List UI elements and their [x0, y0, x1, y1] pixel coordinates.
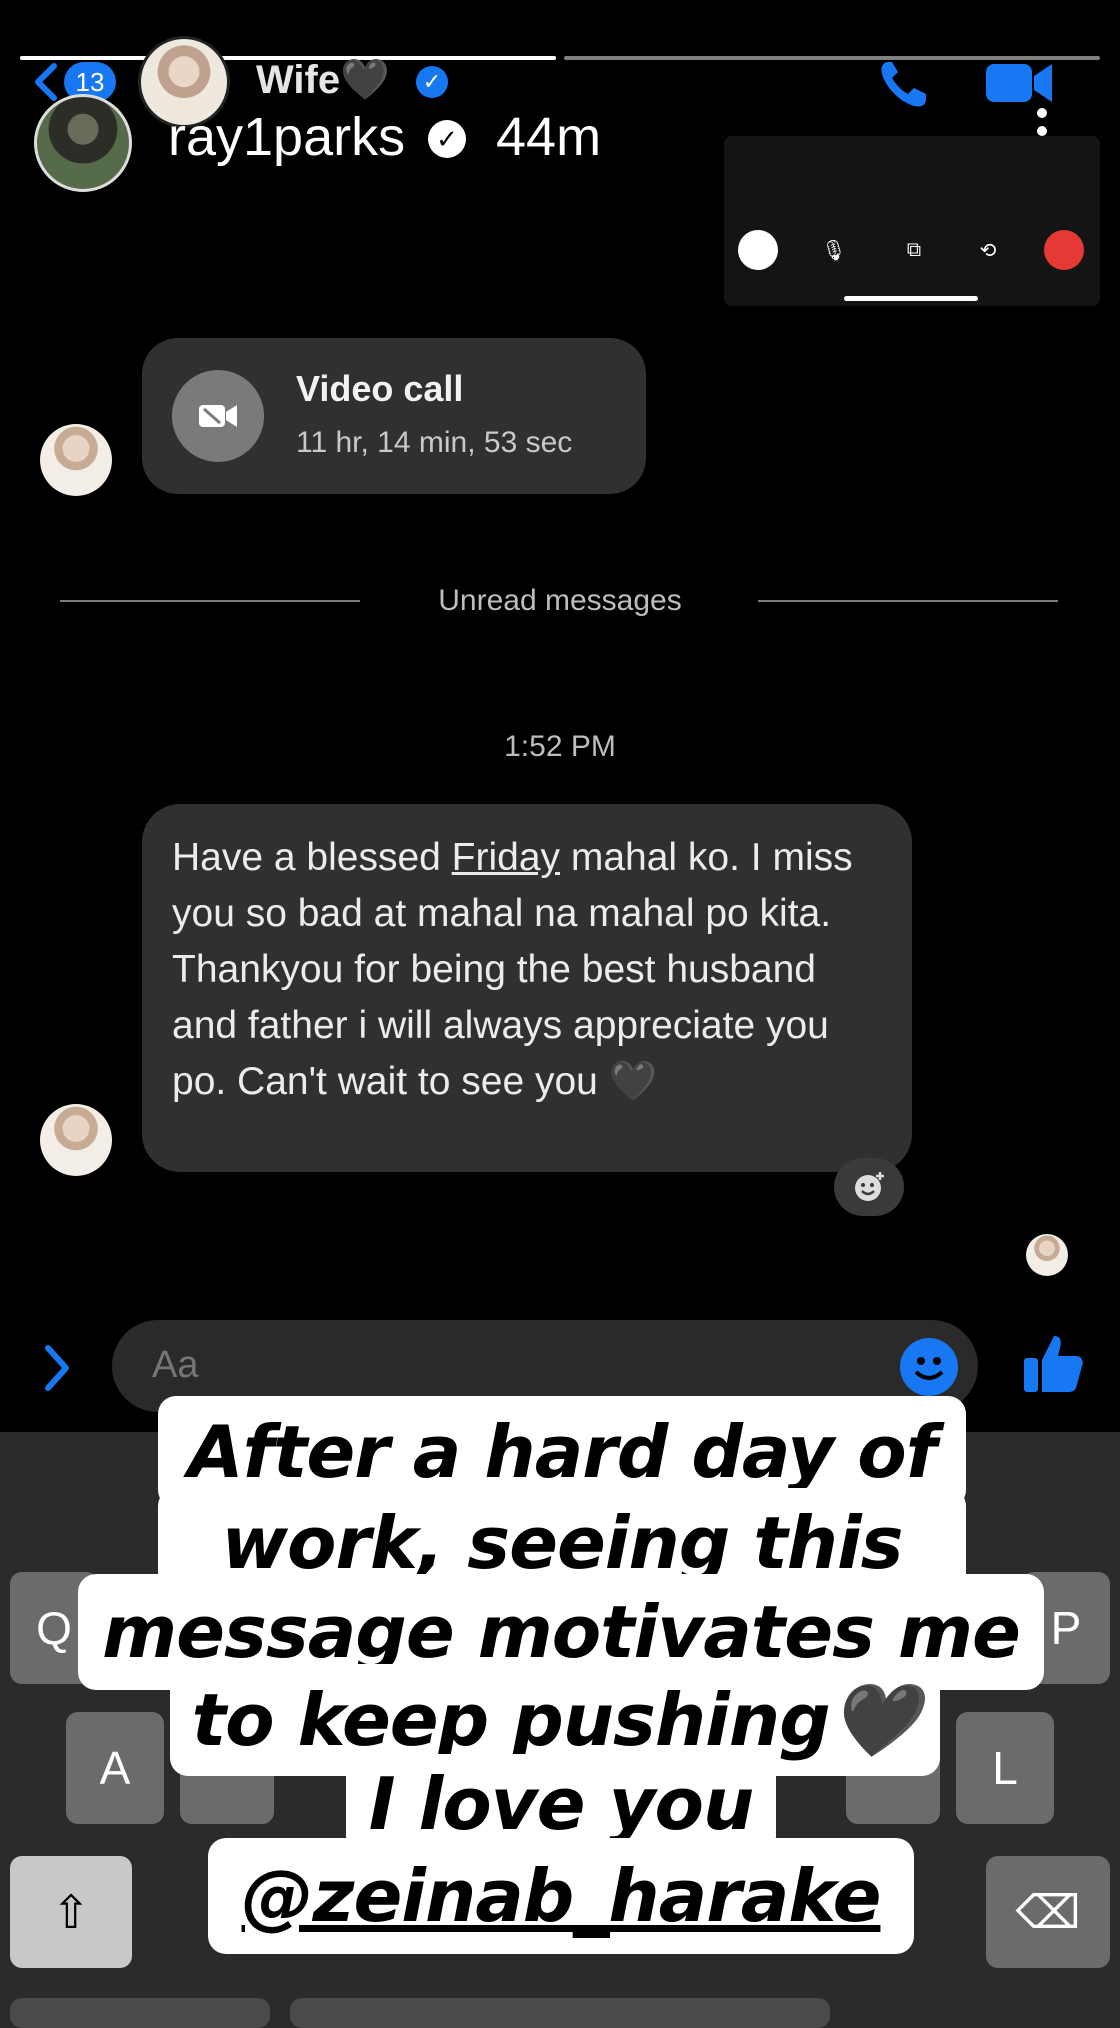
message-timestamp: 1:52 PM — [504, 730, 616, 763]
pip-video-view[interactable] — [724, 136, 1100, 306]
key-l[interactable]: L — [956, 1712, 1054, 1824]
call-title: Video call — [296, 368, 464, 409]
verified-check-icon: ✓ — [428, 120, 466, 158]
backspace-key[interactable]: ⌫ — [986, 1856, 1110, 1968]
video-camera-icon[interactable] — [984, 58, 1054, 108]
expand-chevron-icon[interactable] — [40, 1340, 74, 1396]
call-duration: 11 hr, 14 min, 53 sec — [296, 426, 573, 459]
screen-share-icon[interactable]: ⧉ — [894, 230, 934, 270]
message-text-part: Have a blessed — [172, 836, 452, 879]
incoming-message-bubble[interactable]: Have a blessed Friday mahal ko. I miss y… — [142, 804, 912, 1172]
back-chevron-icon[interactable] — [32, 62, 58, 102]
mention-link[interactable]: @zeinab_harake — [242, 1854, 882, 1938]
message-date-link[interactable]: Friday — [452, 836, 560, 879]
contact-name[interactable]: Wife🖤 — [256, 56, 390, 103]
pip-drag-handle[interactable] — [844, 296, 978, 301]
sender-avatar — [40, 424, 112, 496]
space-key[interactable] — [290, 1998, 830, 2028]
add-reaction-button[interactable] — [834, 1158, 904, 1216]
caption-mention[interactable]: @zeinab_harake — [208, 1838, 914, 1954]
sender-avatar — [40, 1104, 112, 1176]
key-a[interactable]: A — [66, 1712, 164, 1824]
phone-icon[interactable] — [876, 56, 936, 112]
seen-receipt-avatar — [1026, 1234, 1068, 1276]
video-call-bubble[interactable]: Video call 11 hr, 14 min, 53 sec — [142, 338, 646, 494]
emoji-add-icon — [855, 1172, 884, 1201]
divider-right — [758, 600, 1058, 602]
story-username[interactable]: ray1parks — [168, 106, 405, 168]
story-user-avatar[interactable] — [34, 94, 132, 192]
message-input[interactable] — [152, 1344, 852, 1387]
emoji-icon[interactable] — [900, 1338, 958, 1396]
camera-toggle-icon[interactable] — [738, 230, 778, 270]
end-call-icon[interactable] — [1044, 230, 1084, 270]
divider-left — [60, 600, 360, 602]
message-emoji: 🖤 — [608, 1060, 658, 1103]
story-time-ago: 44m — [496, 107, 602, 167]
unread-messages-label: Unread messages — [438, 584, 682, 617]
verified-badge-icon: ✓ — [416, 66, 448, 98]
video-call-icon — [172, 370, 264, 462]
thumbs-up-icon[interactable] — [1020, 1330, 1086, 1396]
microphone-icon[interactable]: 🎙 — [814, 230, 854, 270]
message-text: Have a blessed Friday mahal ko. I miss y… — [172, 830, 882, 1110]
shift-key[interactable]: ⇧ — [10, 1856, 132, 1968]
contact-name-text: Wife — [256, 58, 341, 102]
numbers-key[interactable] — [10, 1998, 270, 2028]
contact-emoji: 🖤 — [340, 58, 390, 102]
flip-camera-icon[interactable]: ⟲ — [968, 230, 1008, 270]
